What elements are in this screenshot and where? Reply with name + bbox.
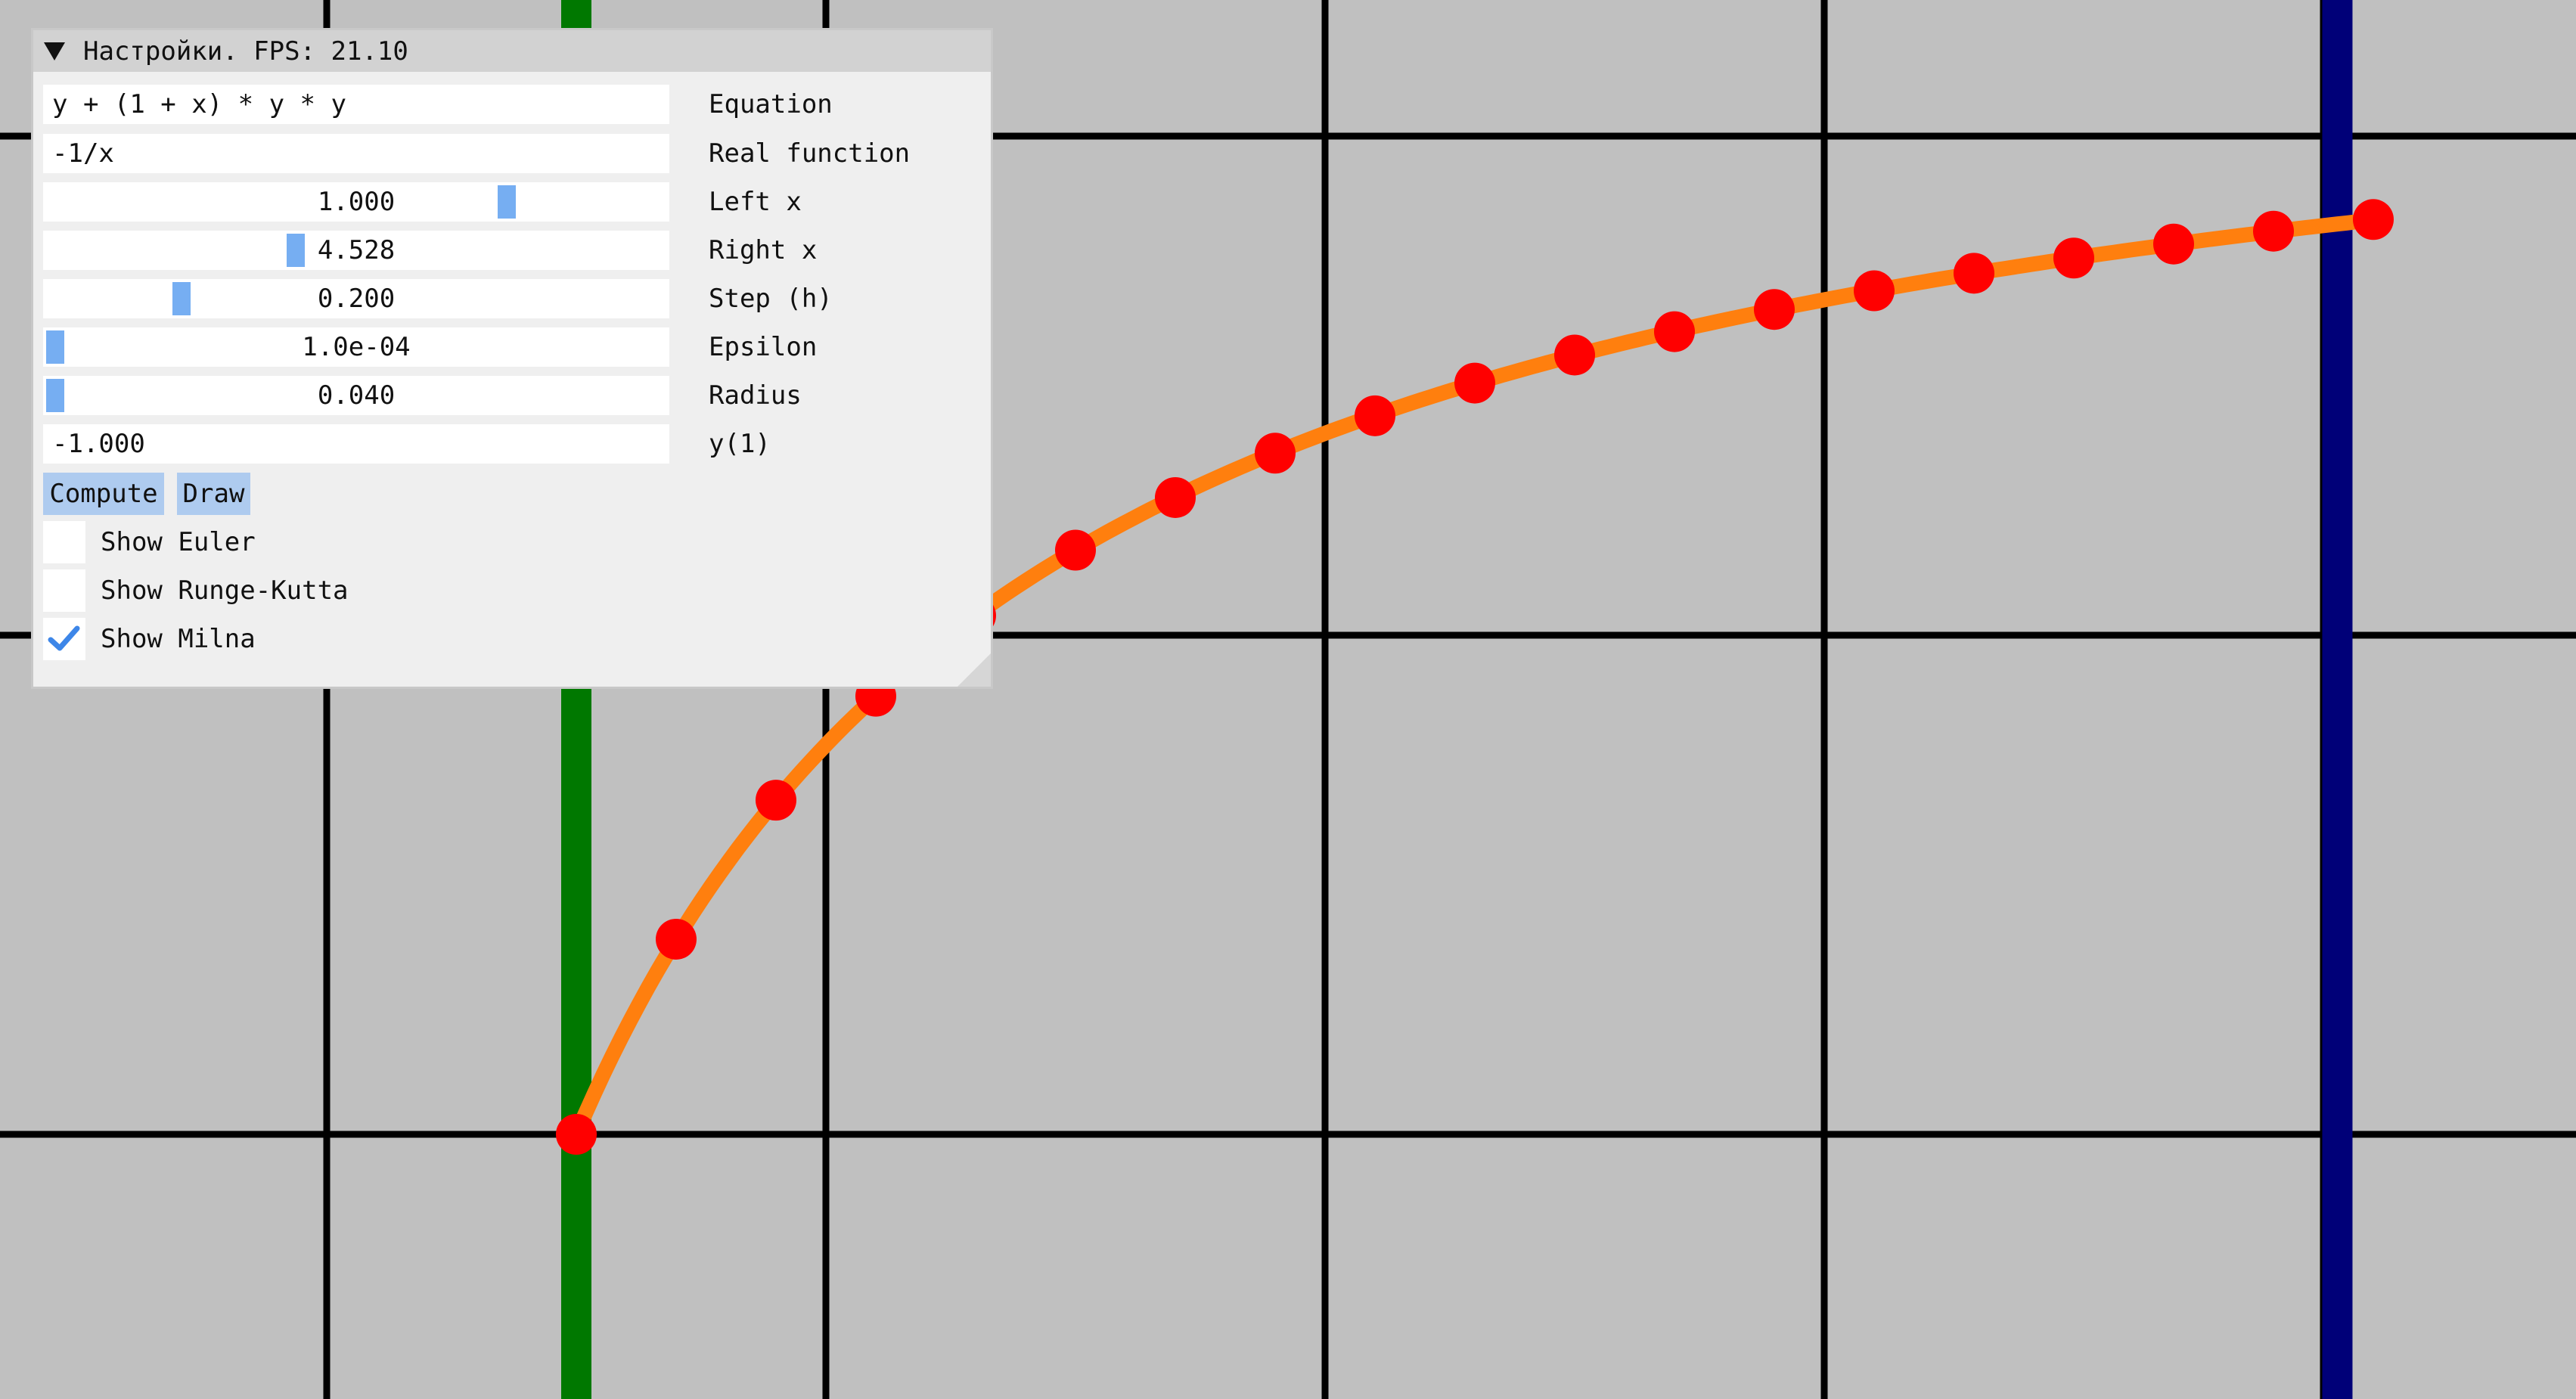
left-x-label: Left x [709, 187, 802, 217]
show-euler-label: Show Euler [101, 527, 256, 557]
show-milna-checkbox[interactable] [43, 618, 85, 660]
radius-label: Radius [709, 380, 802, 411]
show-runge-kutta-label: Show Runge-Kutta [101, 575, 349, 606]
show-euler-row: Show Euler [43, 521, 573, 563]
solution-point [556, 1114, 597, 1155]
show-euler-checkbox[interactable] [43, 521, 85, 563]
settings-titlebar[interactable]: Настройки. FPS: 21.10 [33, 30, 991, 72]
settings-title: Настройки. FPS: 21.10 [83, 36, 408, 67]
epsilon-value: 1.0e-04 [302, 332, 411, 362]
right-x-label: Right x [709, 235, 818, 265]
y1-input[interactable]: -1.000 [43, 424, 669, 464]
radius-value: 0.040 [317, 380, 396, 411]
solution-point [1454, 362, 1495, 404]
step-value: 0.200 [317, 284, 396, 314]
solution-point [2353, 199, 2394, 240]
show-runge-kutta-checkbox[interactable] [43, 569, 85, 612]
show-runge-kutta-row: Show Runge-Kutta [43, 569, 573, 612]
equation-label: Equation [709, 89, 833, 119]
real-function-input[interactable]: -1/x [43, 134, 669, 173]
step-slider[interactable]: 0.200 [43, 279, 669, 318]
solution-point [656, 918, 697, 960]
checkmark-icon [48, 625, 80, 651]
real-function-row: -1/x Real function [43, 134, 981, 173]
right-x-row: 4.528 Right x [43, 231, 981, 270]
right-x-slider[interactable]: 4.528 [43, 231, 669, 270]
solution-point [1255, 433, 1296, 474]
epsilon-label: Epsilon [709, 332, 818, 362]
solution-point [2153, 223, 2194, 265]
step-label: Step (h) [709, 284, 833, 314]
solution-point [1554, 334, 1595, 376]
show-milna-label: Show Milna [101, 624, 256, 654]
collapse-arrow-icon[interactable] [44, 42, 65, 60]
resize-grip-icon[interactable] [957, 653, 991, 687]
step-row: 0.200 Step (h) [43, 279, 981, 318]
epsilon-slider[interactable]: 1.0e-04 [43, 327, 669, 367]
compute-button[interactable]: Compute [43, 473, 164, 515]
solution-point [1854, 270, 1895, 312]
solution-point [1055, 529, 1096, 571]
radius-row: 0.040 Radius [43, 376, 981, 415]
solution-point [756, 780, 796, 821]
equation-row: y + (1 + x) * y * y Equation [43, 85, 981, 124]
real-function-label: Real function [709, 138, 911, 169]
epsilon-row: 1.0e-04 Epsilon [43, 327, 981, 367]
solution-point [2053, 237, 2094, 279]
radius-slider[interactable]: 0.040 [43, 376, 669, 415]
solution-point [1155, 476, 1196, 518]
solution-point [1754, 289, 1795, 330]
solution-point [1954, 253, 1994, 294]
y1-label: y(1) [709, 429, 771, 459]
right-x-value: 4.528 [317, 235, 396, 265]
left-x-value: 1.000 [317, 187, 396, 217]
show-milna-row: Show Milna [43, 618, 573, 660]
y1-row: -1.000 y(1) [43, 424, 981, 464]
draw-button[interactable]: Draw [177, 473, 250, 515]
solution-point [1654, 311, 1695, 352]
left-x-slider[interactable]: 1.000 [43, 182, 669, 222]
action-buttons: Compute Draw [43, 473, 981, 515]
solution-point [2253, 210, 2294, 252]
settings-panel[interactable]: Настройки. FPS: 21.10 y + (1 + x) * y * … [31, 28, 993, 689]
left-x-row: 1.000 Left x [43, 182, 981, 222]
solution-point [1355, 395, 1395, 436]
equation-input[interactable]: y + (1 + x) * y * y [43, 85, 669, 124]
